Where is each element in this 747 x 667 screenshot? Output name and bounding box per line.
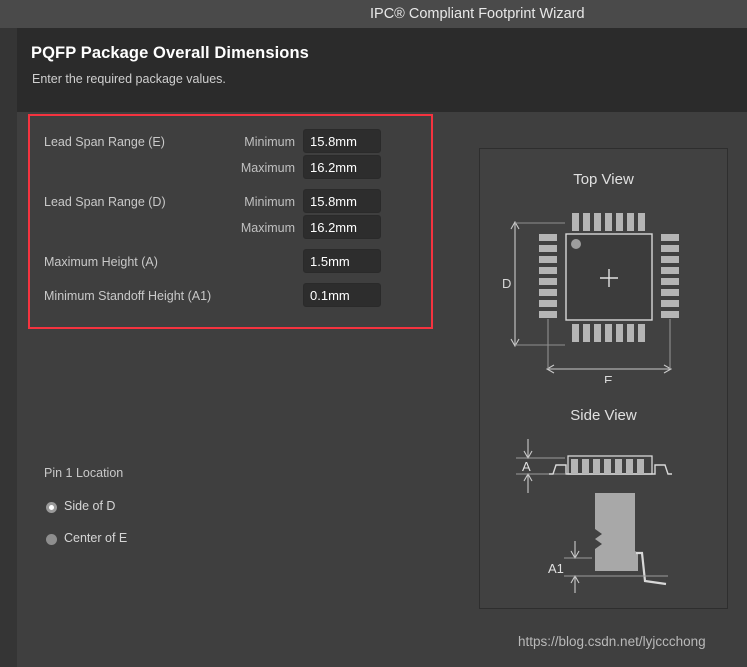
radio-selected-icon[interactable] (46, 502, 57, 513)
sublabel-lead-span-e-minimum: Minimum (244, 135, 295, 149)
top-view-title: Top View (573, 171, 634, 188)
app-window: IPC® Compliant Footprint Wizard PQFP Pac… (0, 0, 747, 667)
side-view-title: Side View (570, 407, 637, 424)
package-diagram-panel: Top View Side View D E A A1 (479, 148, 728, 609)
leads-left (539, 234, 557, 318)
sublabel-lead-span-d-maximum: Maximum (240, 221, 295, 235)
side-view-diagram: A A1 (516, 439, 672, 593)
input-lead-span-d-maximum[interactable] (303, 215, 381, 239)
dimension-label-a: A (522, 459, 531, 474)
dimension-label-e: E (604, 373, 613, 383)
side-leads (571, 459, 644, 474)
radio-unselected-icon[interactable] (46, 534, 57, 545)
input-maximum-height[interactable] (303, 249, 381, 273)
leads-top (572, 213, 645, 231)
label-lead-span-e: Lead Span Range (E) (44, 135, 165, 149)
page-title: PQFP Package Overall Dimensions (31, 44, 309, 62)
input-minimum-standoff-height[interactable] (303, 283, 381, 307)
sublabel-lead-span-e-maximum: Maximum (240, 161, 295, 175)
page-header: PQFP Package Overall Dimensions Enter th… (17, 28, 747, 112)
pin1-marker-icon (571, 239, 581, 249)
standoff-detail (595, 493, 667, 586)
label-lead-span-d: Lead Span Range (D) (44, 195, 166, 209)
top-view-diagram: D E (502, 213, 679, 383)
left-accent-strip (0, 28, 17, 667)
leads-right (661, 234, 679, 318)
dimension-label-d: D (502, 276, 511, 291)
watermark-text: https://blog.csdn.net/lyjccchong (518, 634, 706, 649)
dimensions-form: Lead Span Range (E) Minimum Maximum Lead… (17, 112, 477, 352)
input-lead-span-e-maximum[interactable] (303, 155, 381, 179)
window-title: IPC® Compliant Footprint Wizard (370, 6, 585, 22)
leads-bottom (572, 324, 645, 342)
input-lead-span-d-minimum[interactable] (303, 189, 381, 213)
window-titlebar: IPC® Compliant Footprint Wizard (0, 0, 747, 28)
radio-label-center-of-e: Center of E (64, 531, 128, 545)
label-maximum-height: Maximum Height (A) (44, 255, 158, 269)
sublabel-lead-span-d-minimum: Minimum (244, 195, 295, 209)
pin1-location-title: Pin 1 Location (44, 466, 124, 480)
radio-label-side-of-d: Side of D (64, 499, 116, 513)
label-minimum-standoff-height: Minimum Standoff Height (A1) (44, 289, 212, 303)
input-lead-span-e-minimum[interactable] (303, 129, 381, 153)
page-subtitle: Enter the required package values. (32, 72, 226, 86)
dimension-label-a1: A1 (548, 561, 564, 576)
